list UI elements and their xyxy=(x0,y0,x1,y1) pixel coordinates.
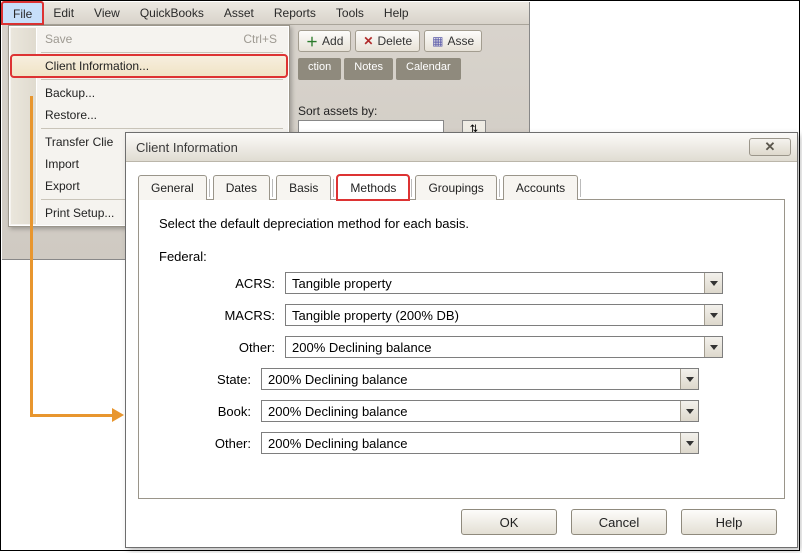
plus-icon: ＋ xyxy=(306,33,318,50)
menu-item-client-info-label: Client Information... xyxy=(37,59,287,73)
menu-item-save: Save Ctrl+S xyxy=(11,28,287,50)
menu-item-backup[interactable]: Backup... xyxy=(11,82,287,104)
dialog-button-row: OK Cancel Help xyxy=(461,509,777,535)
menu-file[interactable]: File xyxy=(2,2,43,24)
chevron-down-icon xyxy=(680,433,698,453)
annotation-arrow xyxy=(30,414,112,417)
sort-assets-label: Sort assets by: xyxy=(298,104,377,118)
subtabs: ction Notes Calendar xyxy=(298,58,529,80)
combo-acrs[interactable]: Tangible property xyxy=(285,272,723,294)
delete-icon: ✕ xyxy=(363,34,373,48)
combo-acrs-value: Tangible property xyxy=(292,276,392,291)
chevron-down-icon xyxy=(680,369,698,389)
menu-asset[interactable]: Asset xyxy=(214,2,264,24)
toolbar-delete-label: Delete xyxy=(377,34,412,48)
panel-instruction: Select the default depreciation method f… xyxy=(159,216,764,231)
menubar: File Edit View QuickBooks Asset Reports … xyxy=(2,2,529,25)
close-icon: ✕ xyxy=(765,139,776,155)
combo-state-value: 200% Declining balance xyxy=(268,372,407,387)
annotation-arrow xyxy=(30,96,33,414)
tab-panel: Select the default depreciation method f… xyxy=(138,199,785,499)
tab-accounts[interactable]: Accounts xyxy=(503,175,578,200)
combo-state[interactable]: 200% Declining balance xyxy=(261,368,699,390)
menu-view[interactable]: View xyxy=(84,2,130,24)
subtab-ction[interactable]: ction xyxy=(298,58,341,80)
menu-item-client-information[interactable]: Client Information... xyxy=(11,55,287,77)
menu-reports[interactable]: Reports xyxy=(264,2,326,24)
toolbar-asset-label: Asse xyxy=(447,34,474,48)
chevron-down-icon xyxy=(704,337,722,357)
section-label-federal: Federal: xyxy=(159,249,764,264)
dialog-close-button[interactable]: ✕ xyxy=(749,138,791,156)
tab-groupings[interactable]: Groupings xyxy=(415,175,496,200)
label-other: Other: xyxy=(159,436,251,451)
toolbar-delete-button[interactable]: ✕ Delete xyxy=(355,30,420,52)
subtab-calendar[interactable]: Calendar xyxy=(396,58,461,80)
menu-item-save-label: Save xyxy=(37,32,243,46)
combo-other[interactable]: 200% Declining balance xyxy=(261,432,699,454)
combo-macrs-value: Tangible property (200% DB) xyxy=(292,308,459,323)
menu-help[interactable]: Help xyxy=(374,2,419,24)
subtab-notes[interactable]: Notes xyxy=(344,58,393,80)
chevron-down-icon xyxy=(680,401,698,421)
label-acrs: ACRS: xyxy=(183,276,275,291)
combo-book-value: 200% Declining balance xyxy=(268,404,407,419)
combo-other-federal-value: 200% Declining balance xyxy=(292,340,431,355)
combo-other-federal[interactable]: 200% Declining balance xyxy=(285,336,723,358)
menu-item-restore-label: Restore... xyxy=(37,108,287,122)
label-macrs: MACRS: xyxy=(183,308,275,323)
cancel-button[interactable]: Cancel xyxy=(571,509,667,535)
client-information-dialog: Client Information ✕ General Dates Basis… xyxy=(125,132,798,548)
tab-methods[interactable]: Methods xyxy=(337,175,409,200)
toolbar-asset-button[interactable]: ▦ Asse xyxy=(424,30,482,52)
menu-item-save-shortcut: Ctrl+S xyxy=(243,32,287,46)
dialog-title: Client Information xyxy=(136,140,238,155)
dialog-titlebar: Client Information ✕ xyxy=(126,133,797,162)
label-other-federal: Other: xyxy=(183,340,275,355)
label-state: State: xyxy=(159,372,251,387)
menu-quickbooks[interactable]: QuickBooks xyxy=(130,2,214,24)
ok-button[interactable]: OK xyxy=(461,509,557,535)
toolbar-add-label: Add xyxy=(322,34,343,48)
help-button[interactable]: Help xyxy=(681,509,777,535)
combo-other-value: 200% Declining balance xyxy=(268,436,407,451)
chevron-down-icon xyxy=(704,305,722,325)
menu-item-backup-label: Backup... xyxy=(37,86,287,100)
tab-general[interactable]: General xyxy=(138,175,207,200)
toolbar-add-button[interactable]: ＋ Add xyxy=(298,30,351,52)
tab-basis[interactable]: Basis xyxy=(276,175,331,200)
combo-macrs[interactable]: Tangible property (200% DB) xyxy=(285,304,723,326)
menu-tools[interactable]: Tools xyxy=(326,2,374,24)
annotation-arrow-head xyxy=(112,408,124,422)
menu-item-restore[interactable]: Restore... xyxy=(11,104,287,126)
grid-icon: ▦ xyxy=(432,34,443,48)
menu-edit[interactable]: Edit xyxy=(43,2,84,24)
dialog-tabstrip: General Dates Basis Methods Groupings Ac… xyxy=(138,175,785,200)
tab-dates[interactable]: Dates xyxy=(213,175,270,200)
combo-book[interactable]: 200% Declining balance xyxy=(261,400,699,422)
label-book: Book: xyxy=(159,404,251,419)
chevron-down-icon xyxy=(704,273,722,293)
